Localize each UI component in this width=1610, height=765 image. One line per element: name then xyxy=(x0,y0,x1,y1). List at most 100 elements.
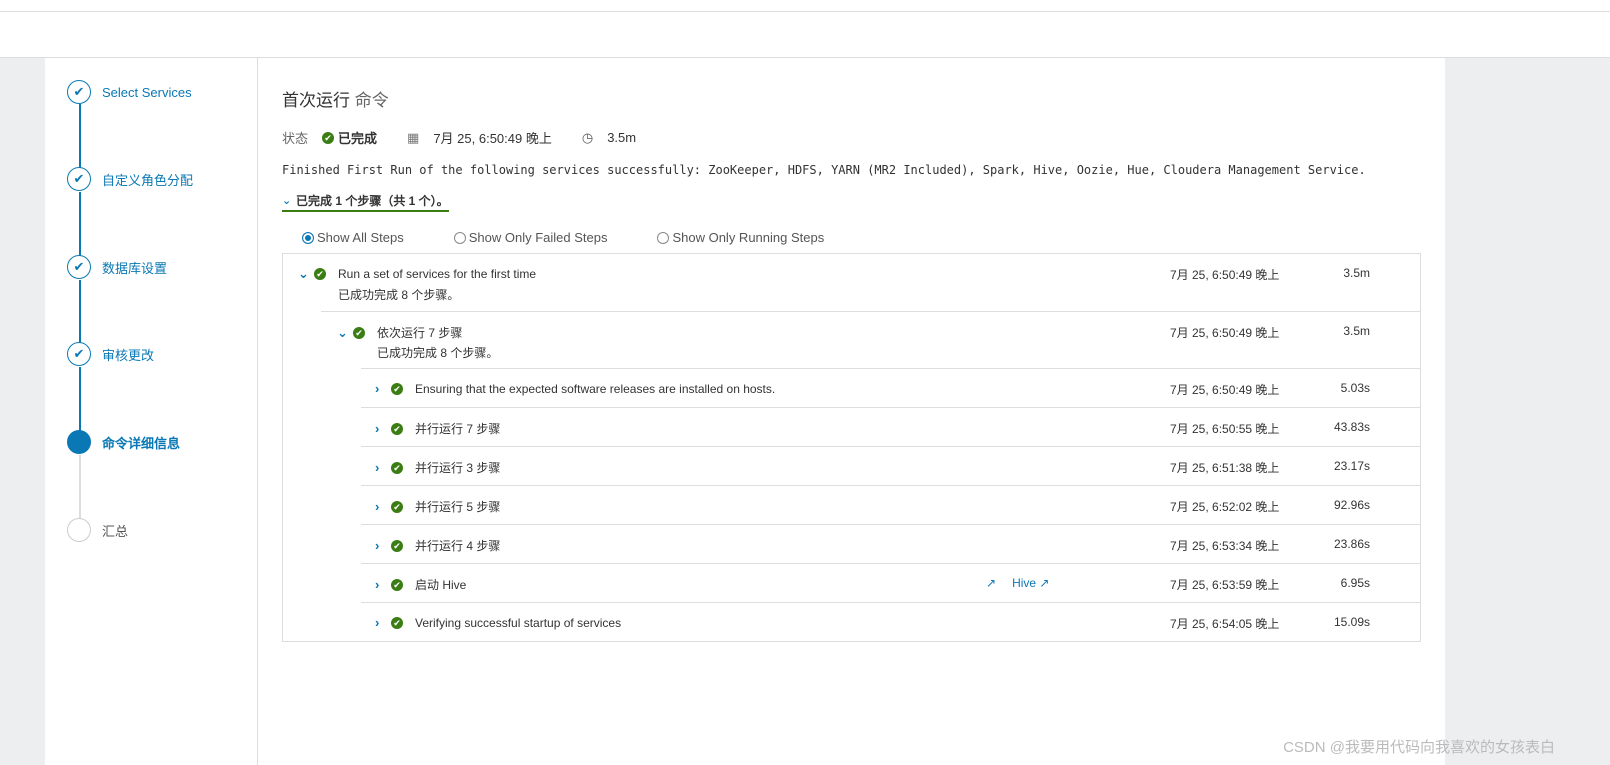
top-bar xyxy=(0,0,1610,58)
step-row: › ✔ 并行运行 7 步骤 7月 25, 6:50:55 晚上 43.83s xyxy=(361,407,1420,446)
step-time: 7月 25, 6:50:49 晚上 xyxy=(1170,268,1280,282)
page-title: 首次运行 命令 xyxy=(282,86,1421,111)
step-duration: 6.95s xyxy=(1340,576,1370,590)
wizard-step-select-services[interactable]: ✔ Select Services xyxy=(67,80,192,104)
clock-icon: ◷ xyxy=(581,129,594,145)
step-label: 并行运行 7 步骤 xyxy=(415,422,501,436)
step-row: › ✔ 并行运行 5 步骤 7月 25, 6:52:02 晚上 92.96s xyxy=(361,485,1420,524)
success-icon: ✔ xyxy=(391,422,403,435)
status-value: 已完成 xyxy=(338,131,378,146)
step-label: 并行运行 3 步骤 xyxy=(415,461,501,475)
step-duration: 23.17s xyxy=(1333,459,1370,473)
step-duration: 43.83s xyxy=(1333,420,1370,434)
step-row: ⌄ ✔ Run a set of services for the first ti… xyxy=(283,254,1420,311)
step-duration: 3.5m xyxy=(1343,266,1370,280)
chevron-right-icon[interactable]: › xyxy=(375,577,389,592)
steps-table: ⌄ ✔ Run a set of services for the first ti… xyxy=(282,253,1421,642)
step-label: 并行运行 5 步骤 xyxy=(415,500,501,514)
radio[interactable] xyxy=(453,231,466,244)
success-icon: ✔ xyxy=(391,382,403,395)
step-name: ⌄ ✔ Run a set of services for the first ti… xyxy=(298,266,536,282)
step-row: › ✔ 启动 Hive ↗ Hive ↗ 7月 25, 6:53:59 晚上 6.95s xyxy=(361,563,1420,602)
step-duration: 15.09s xyxy=(1333,615,1370,629)
current-step-icon xyxy=(67,430,91,454)
chevron-right-icon[interactable]: › xyxy=(375,538,389,553)
step-row: ⌄ ✔ 依次运行 7 步骤 已成功完成 8 个步骤。 7月 25, 6:50:49 晚上… xyxy=(321,311,1420,368)
step-name: › ✔ 并行运行 7 步骤 xyxy=(375,420,500,437)
wizard-step-label: Select Services xyxy=(102,84,192,100)
calendar-icon: ▦ xyxy=(407,129,420,145)
success-icon: ✔ xyxy=(391,500,403,513)
hive-link[interactable]: Hive ↗ xyxy=(1012,576,1049,590)
step-time: 7月 25, 6:52:02 晚上 xyxy=(1170,500,1280,514)
step-name: › ✔ Verifying successful startup of servic… xyxy=(375,615,621,630)
step-time: 7月 25, 6:50:55 晚上 xyxy=(1170,422,1280,436)
radio[interactable] xyxy=(657,231,670,244)
wizard-step-label: 汇总 xyxy=(102,523,129,539)
filter-running-steps[interactable]: Show Only Running Steps xyxy=(657,230,824,245)
step-row: › ✔ 并行运行 4 步骤 7月 25, 6:53:34 晚上 23.86s xyxy=(361,524,1420,563)
step-row: › ✔ Verifying successful startup of servic… xyxy=(361,602,1420,641)
step-label: Run a set of services for the first time xyxy=(338,267,537,281)
step-name: › ✔ 并行运行 5 步骤 xyxy=(375,498,500,515)
success-icon: ✔ xyxy=(322,131,335,144)
chevron-down-icon[interactable]: ⌄ xyxy=(298,266,312,282)
step-filter: Show All Steps Show Only Failed Steps Sh… xyxy=(302,230,1421,245)
radio-label: Show All Steps xyxy=(317,230,404,245)
chevron-right-icon[interactable]: › xyxy=(375,460,389,475)
filter-failed-steps[interactable]: Show Only Failed Steps xyxy=(453,230,608,245)
start-time: 7月 25, 6:50:49 晚上 xyxy=(433,131,552,146)
check-icon: ✔ xyxy=(67,80,91,104)
wizard-step-role-assignment[interactable]: ✔ 自定义角色分配 xyxy=(67,167,193,191)
step-time: 7月 25, 6:53:59 晚上 xyxy=(1170,578,1280,592)
step-name: › ✔ Ensuring that the expected software re… xyxy=(375,381,775,396)
wizard-step-label: 命令详细信息 xyxy=(102,435,181,451)
wizard-step-database[interactable]: ✔ 数据库设置 xyxy=(67,255,167,279)
wizard-step-review[interactable]: ✔ 审核更改 xyxy=(67,342,154,366)
success-icon: ✔ xyxy=(391,461,403,474)
wizard-step-label: 审核更改 xyxy=(102,347,155,363)
step-name: ⌄ ✔ 依次运行 7 步骤 xyxy=(337,324,462,341)
chevron-down-icon[interactable]: ⌄ xyxy=(337,325,351,341)
chevron-right-icon[interactable]: › xyxy=(375,615,389,630)
step-duration: 23.86s xyxy=(1333,537,1370,551)
status-label: 状态 xyxy=(282,131,309,146)
radio-label: Show Only Running Steps xyxy=(672,230,825,245)
success-icon: ✔ xyxy=(391,539,403,552)
success-icon: ✔ xyxy=(391,578,403,591)
chevron-right-icon[interactable]: › xyxy=(375,421,389,436)
wizard-sidebar: ✔ Select Services ✔ 自定义角色分配 ✔ 数据库设置 ✔ 审核更改 命… xyxy=(45,58,258,765)
wizard-step-label: 自定义角色分配 xyxy=(102,172,194,188)
title-text: 首次运行 xyxy=(282,91,350,110)
chevron-right-icon[interactable]: › xyxy=(375,499,389,514)
step-time: 7月 25, 6:53:34 晚上 xyxy=(1170,539,1280,553)
duration: 3.5m xyxy=(607,130,637,145)
check-icon: ✔ xyxy=(67,167,91,191)
check-icon: ✔ xyxy=(67,342,91,366)
step-row: › ✔ Ensuring that the expected software re… xyxy=(361,368,1420,407)
step-row: › ✔ 并行运行 3 步骤 7月 25, 6:51:38 晚上 23.17s xyxy=(361,446,1420,485)
step-duration: 92.96s xyxy=(1333,498,1370,512)
success-icon: ✔ xyxy=(314,268,326,280)
step-duration: 5.03s xyxy=(1340,381,1370,395)
step-sub: 已成功完成 8 个步骤。 xyxy=(338,288,460,302)
title-suffix: 命令 xyxy=(354,91,389,110)
check-icon: ✔ xyxy=(67,255,91,279)
success-icon: ✔ xyxy=(391,616,403,629)
command-message: Finished First Run of the following serv… xyxy=(282,163,1366,177)
link-text: Hive xyxy=(1012,576,1037,590)
command-details: 首次运行 命令 状态 ✔ 已完成 ▦ 7月 25, 6:50:49 晚上 ◷ 3… xyxy=(258,58,1445,765)
watermark: CSDN @我要用代码向我喜欢的女孩表白 xyxy=(1283,739,1555,756)
step-sub: 已成功完成 8 个步骤。 xyxy=(377,346,499,360)
chevron-right-icon[interactable]: › xyxy=(375,381,389,396)
pending-step-icon xyxy=(67,518,91,542)
radio-checked[interactable] xyxy=(302,231,314,244)
step-label: Verifying successful startup of services xyxy=(415,615,622,630)
filter-all-steps[interactable]: Show All Steps xyxy=(302,230,404,245)
step-name: › ✔ 启动 Hive xyxy=(375,576,466,593)
success-icon: ✔ xyxy=(353,326,365,339)
step-label: 并行运行 4 步骤 xyxy=(415,539,501,553)
steps-summary-toggle[interactable]: ⌄ 已完成 1 个步骤（共 1 个）。 xyxy=(282,192,449,212)
radio-label: Show Only Failed Steps xyxy=(468,230,608,245)
external-link-icon[interactable]: ↗ xyxy=(986,576,996,590)
